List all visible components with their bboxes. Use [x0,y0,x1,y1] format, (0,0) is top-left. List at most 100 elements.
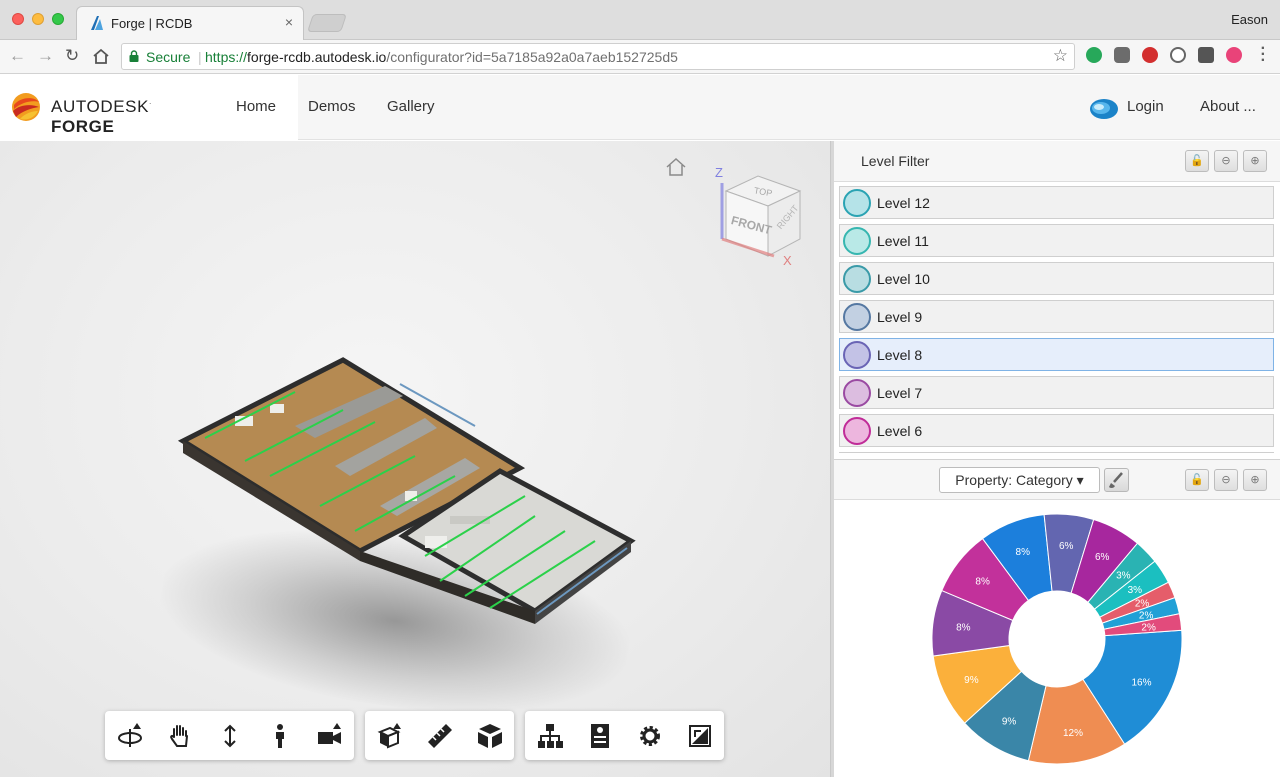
level-color-dot [843,303,871,331]
url-text: https://forge-rcdb.autodesk.io/configura… [205,49,678,65]
brand-prefix: AUTODESK [51,97,150,116]
minimize-window-button[interactable] [32,13,44,25]
pie-lock-button[interactable]: 🔓 [1185,469,1209,491]
model-viewer[interactable]: TOP FRONT RIGHT Z X [0,141,830,777]
brand-name: AUTODESK· FORGE [51,97,152,136]
level-item-selected[interactable]: Level 8 [839,338,1274,371]
level-color-dot [843,227,871,255]
browser-user-name[interactable]: Eason [1231,12,1268,27]
extension-evernote-icon[interactable] [1114,47,1130,63]
settings-gear-icon[interactable] [637,723,663,749]
extension-red-icon[interactable] [1142,47,1158,63]
extension-info-icon[interactable] [1170,47,1186,63]
level-filter-title: Level Filter [861,153,930,169]
level-label: Level 7 [877,385,923,401]
url-scheme: https:// [205,49,248,65]
first-person-icon[interactable] [267,723,293,749]
level-filter-header: Level Filter 🔓 ⊖ ⊕ [834,141,1280,182]
bookmark-star-icon[interactable]: ☆ [1053,46,1068,66]
level-item[interactable]: Level 6 [839,414,1274,447]
maximize-window-button[interactable] [52,13,64,25]
building-model[interactable] [175,356,640,651]
camera-icon[interactable] [317,723,343,749]
level-filter-collapse-button[interactable]: ⊖ [1214,150,1238,172]
extension-pink-icon[interactable] [1226,47,1242,63]
lock-icon [129,50,139,62]
properties-icon[interactable] [587,723,613,749]
home-icon[interactable] [92,48,110,65]
address-separator: | [198,49,202,65]
app-header: AUTODESK· FORGE Home Demos Gallery Login… [0,75,1280,140]
close-window-button[interactable] [12,13,24,25]
level-color-dot [843,341,871,369]
viewcube-home-icon[interactable] [664,156,688,178]
pie-slice-label: 2% [1141,622,1156,633]
browser-toolbar: ← → ↻ Secure | https://forge-rcdb.autode… [0,40,1280,74]
property-select[interactable]: Property: Category ▾ [939,467,1100,493]
autodesk-favicon-icon [91,16,103,30]
login-link[interactable]: Login [1127,98,1164,115]
forward-arrow-icon[interactable]: → [37,46,54,66]
level-item[interactable]: Level 9 [839,300,1274,333]
level-label: Level 12 [877,195,930,211]
reload-icon[interactable]: ↻ [65,46,79,66]
address-bar[interactable]: Secure | https://forge-rcdb.autodesk.io/… [121,43,1075,70]
back-arrow-icon[interactable]: ← [9,46,26,66]
pie-collapse-button[interactable]: ⊖ [1214,469,1238,491]
tab-close-icon[interactable]: × [285,14,293,30]
pie-slice-label: 9% [1002,716,1017,727]
level-label: Level 10 [877,271,930,287]
pie-slice-label: 8% [956,623,971,634]
new-tab-button[interactable] [307,14,347,32]
section-box-icon[interactable] [377,723,403,749]
level-color-dot [843,379,871,407]
axis-x-label: X [783,253,792,268]
level-label: Level 9 [877,309,923,325]
browser-menu-icon[interactable]: · · · [1261,41,1266,69]
level-item[interactable]: Level 7 [839,376,1274,409]
pie-slice-label: 8% [1016,547,1031,558]
pie-chart-header: Property: Category ▾ 🔓 ⊖ ⊕ [834,459,1280,500]
level-item[interactable]: Level 11 [839,224,1274,257]
secure-label: Secure [146,49,191,65]
navigation-toolbar [105,711,354,760]
nav-gallery[interactable]: Gallery [387,98,435,115]
tab-title: Forge | RCDB [111,16,193,31]
brand[interactable]: AUTODESK· FORGE [0,75,212,140]
pie-slice-label: 6% [1095,552,1110,563]
level-color-dot [843,265,871,293]
pie-slice-label: 3% [1128,585,1143,596]
level-label: Level 6 [877,423,923,439]
explode-model-icon[interactable] [477,723,503,749]
viewcube[interactable]: TOP FRONT RIGHT Z X [708,161,808,271]
level-filter-lock-button[interactable]: 🔓 [1185,150,1209,172]
nav-demos[interactable]: Demos [308,98,356,115]
nav-home[interactable]: Home [236,98,276,115]
level-list[interactable]: Level 12 Level 11 Level 10 Level 9 Level… [834,183,1280,453]
pie-expand-button[interactable]: ⊕ [1243,469,1267,491]
pan-hand-icon[interactable] [167,723,193,749]
login-cloud-icon [1090,99,1118,119]
extension-green-icon[interactable] [1086,47,1102,63]
brush-icon [1109,472,1123,488]
brush-button[interactable] [1104,468,1129,492]
pie-slice-label: 3% [1116,570,1131,581]
pie-slice-label: 8% [975,577,990,588]
category-donut-chart[interactable]: 16%12%9%9%8%8%8%6%6%3%3%2%2%2% [931,513,1183,765]
level-filter-expand-button[interactable]: ⊕ [1243,150,1267,172]
level-item[interactable]: Level 10 [839,262,1274,295]
level-label: Level 8 [877,347,923,363]
pie-slice-label: 6% [1059,541,1074,552]
level-item[interactable]: Level 12 [839,186,1274,219]
browser-tab[interactable]: Forge | RCDB × [76,6,304,40]
zoom-icon[interactable] [217,723,243,749]
url-host: forge-rcdb.autodesk.io [247,49,387,65]
model-browser-icon[interactable] [537,723,563,749]
orbit-icon[interactable] [117,723,143,749]
extension-pocket-icon[interactable] [1198,47,1214,63]
level-item-partial[interactable] [839,452,1274,453]
measure-ruler-icon[interactable] [427,723,453,749]
about-menu[interactable]: About ... [1200,98,1256,115]
fullscreen-icon[interactable] [687,723,713,749]
level-label: Level 11 [877,233,929,249]
